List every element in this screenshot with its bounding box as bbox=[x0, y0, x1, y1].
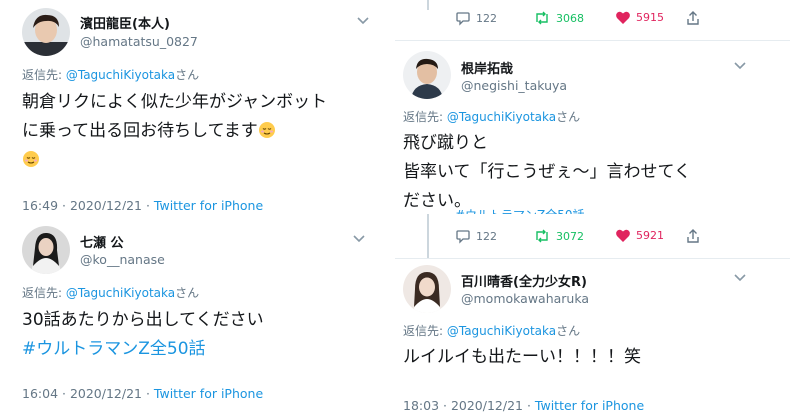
tweet-text: 飛び蹴りと 皆率いて「行こうぜぇ〜」言わせてく ださい。 bbox=[403, 129, 783, 214]
share-button[interactable] bbox=[685, 228, 701, 244]
tweet-hamatatsu[interactable]: 濱田龍臣(本人) @hamatatsu_0827 返信先: @TaguchiKi… bbox=[0, 0, 395, 210]
reply-target-link[interactable]: @TaguchiKiyotaka bbox=[447, 324, 556, 338]
avatar[interactable] bbox=[403, 265, 451, 313]
hashtag-link[interactable]: #ウルトラマンZ全50話 bbox=[22, 335, 382, 364]
relieved-face-emoji bbox=[258, 122, 275, 138]
retweet-icon bbox=[536, 229, 548, 243]
retweet-button[interactable]: 3072 bbox=[533, 228, 584, 244]
tweet-source-link[interactable]: Twitter for iPhone bbox=[154, 198, 263, 210]
display-name[interactable]: 濱田龍臣(本人) bbox=[80, 13, 170, 32]
tweet-source-link[interactable]: Twitter for iPhone bbox=[535, 398, 644, 413]
chevron-down-icon[interactable] bbox=[356, 16, 370, 26]
retweet-count: 3068 bbox=[556, 11, 584, 25]
reply-count: 122 bbox=[476, 229, 497, 243]
chevron-down-icon[interactable] bbox=[352, 234, 366, 244]
tweet-action-bar: 122 3072 5921 bbox=[455, 228, 775, 250]
hashtag-fragment[interactable]: #ウルトラマンZ全50話 bbox=[455, 206, 585, 214]
reply-target-link[interactable]: @TaguchiKiyotaka bbox=[66, 286, 175, 300]
right-screenshot-column: 122 3068 5915 根岸拓哉 @negishi_takuya 返信先: … bbox=[395, 0, 790, 420]
tweet-text-line: ルイルイも出たーい！！！！笑 bbox=[403, 347, 641, 367]
reply-to-line: 返信先: @TaguchiKiyotakaさん bbox=[22, 284, 199, 301]
user-handle[interactable]: @negishi_takuya bbox=[461, 78, 567, 93]
display-name[interactable]: 七瀬 公 bbox=[80, 232, 124, 251]
user-handle[interactable]: @hamatatsu_0827 bbox=[80, 34, 198, 49]
reply-suffix: さん bbox=[175, 286, 200, 300]
tweet-action-bar: 122 3068 5915 bbox=[455, 10, 775, 32]
avatar[interactable] bbox=[403, 51, 451, 99]
tweet-negishi[interactable]: 根岸拓哉 @negishi_takuya 返信先: @TaguchiKiyota… bbox=[395, 41, 790, 214]
chevron-down-icon[interactable] bbox=[733, 61, 747, 71]
reply-suffix: さん bbox=[556, 324, 581, 338]
chevron-down-icon[interactable] bbox=[733, 273, 747, 283]
avatar[interactable] bbox=[22, 8, 70, 56]
tweet-timestamp[interactable]: 16:04 · 2020/12/21 · bbox=[22, 386, 154, 401]
tweet-text-line: 皆率いて「行こうぜぇ〜」言わせてく bbox=[403, 162, 691, 182]
retweet-button[interactable]: 3068 bbox=[533, 10, 584, 26]
reply-icon bbox=[456, 12, 470, 26]
tweet-text-line-content: に乗って出る回お待ちしてます bbox=[22, 121, 258, 141]
tweet-timestamp-row: 18:03 · 2020/12/21 · Twitter for iPhone bbox=[403, 398, 644, 413]
reply-button[interactable]: 122 bbox=[455, 228, 497, 244]
heart-icon bbox=[616, 11, 630, 24]
tweet-momokawa[interactable]: 百川晴香(全力少女R) @momokawaharuka 返信先: @Taguch… bbox=[395, 259, 790, 420]
reply-to-line: 返信先: @TaguchiKiyotakaさん bbox=[22, 66, 199, 83]
tweet-text-line: 30話あたりから出してください bbox=[22, 310, 264, 330]
tweet-timestamp-row: 16:04 · 2020/12/21 · Twitter for iPhone bbox=[22, 386, 263, 401]
tweet-ko-nanase[interactable]: 七瀬 公 @ko__nanase 返信先: @TaguchiKiyotakaさん… bbox=[0, 212, 395, 420]
reply-to-line: 返信先: @TaguchiKiyotakaさん bbox=[403, 322, 580, 339]
tweet-timestamp[interactable]: 16:49 · 2020/12/21 · bbox=[22, 198, 154, 210]
thread-line bbox=[427, 214, 429, 264]
display-name[interactable]: 根岸拓哉 bbox=[461, 58, 513, 77]
reply-target-link[interactable]: @TaguchiKiyotaka bbox=[66, 68, 175, 82]
like-button[interactable]: 5921 bbox=[615, 228, 664, 243]
tweet-timestamp[interactable]: 18:03 · 2020/12/21 · bbox=[403, 398, 535, 413]
retweet-icon bbox=[536, 11, 548, 25]
share-button[interactable] bbox=[685, 10, 701, 26]
share-icon bbox=[687, 229, 699, 243]
tweet-text-line: 朝倉リクによく似た少年がジャンボット bbox=[22, 92, 328, 112]
relieved-face-emoji bbox=[23, 151, 39, 167]
reply-prefix: 返信先: bbox=[403, 110, 447, 124]
tweet-text-line bbox=[22, 146, 382, 175]
tweet-text: ルイルイも出たーい！！！！笑 bbox=[403, 343, 783, 372]
like-count: 5915 bbox=[636, 11, 664, 24]
heart-icon bbox=[616, 229, 630, 242]
user-handle[interactable]: @ko__nanase bbox=[80, 252, 165, 267]
reply-icon bbox=[456, 230, 470, 244]
reply-count: 122 bbox=[476, 11, 497, 25]
reply-prefix: 返信先: bbox=[22, 68, 66, 82]
display-name[interactable]: 百川晴香(全力少女R) bbox=[461, 271, 587, 290]
left-screenshot-column: 濱田龍臣(本人) @hamatatsu_0827 返信先: @TaguchiKi… bbox=[0, 0, 395, 420]
retweet-count: 3072 bbox=[556, 229, 584, 243]
reply-to-line: 返信先: @TaguchiKiyotakaさん bbox=[403, 108, 580, 125]
like-button[interactable]: 5915 bbox=[615, 10, 664, 25]
tweet-text: 朝倉リクによく似た少年がジャンボット に乗って出る回お待ちしてます bbox=[22, 88, 382, 175]
user-handle[interactable]: @momokawaharuka bbox=[461, 291, 589, 306]
reply-suffix: さん bbox=[175, 68, 200, 82]
reply-prefix: 返信先: bbox=[22, 286, 66, 300]
reply-suffix: さん bbox=[556, 110, 581, 124]
reply-prefix: 返信先: bbox=[403, 324, 447, 338]
tweet-source-link[interactable]: Twitter for iPhone bbox=[154, 386, 263, 401]
tweet-timestamp-row: 16:49 · 2020/12/21 · Twitter for iPhone bbox=[22, 198, 263, 210]
share-icon bbox=[687, 11, 699, 25]
tweet-text-line: に乗って出る回お待ちしてます bbox=[22, 117, 382, 146]
avatar[interactable] bbox=[22, 226, 70, 274]
like-count: 5921 bbox=[636, 229, 664, 242]
reply-button[interactable]: 122 bbox=[455, 10, 497, 26]
reply-target-link[interactable]: @TaguchiKiyotaka bbox=[447, 110, 556, 124]
thread-line bbox=[427, 0, 429, 10]
tweet-text-line: 飛び蹴りと bbox=[403, 133, 488, 153]
tweet-text: 30話あたりから出してください #ウルトラマンZ全50話 bbox=[22, 306, 382, 364]
